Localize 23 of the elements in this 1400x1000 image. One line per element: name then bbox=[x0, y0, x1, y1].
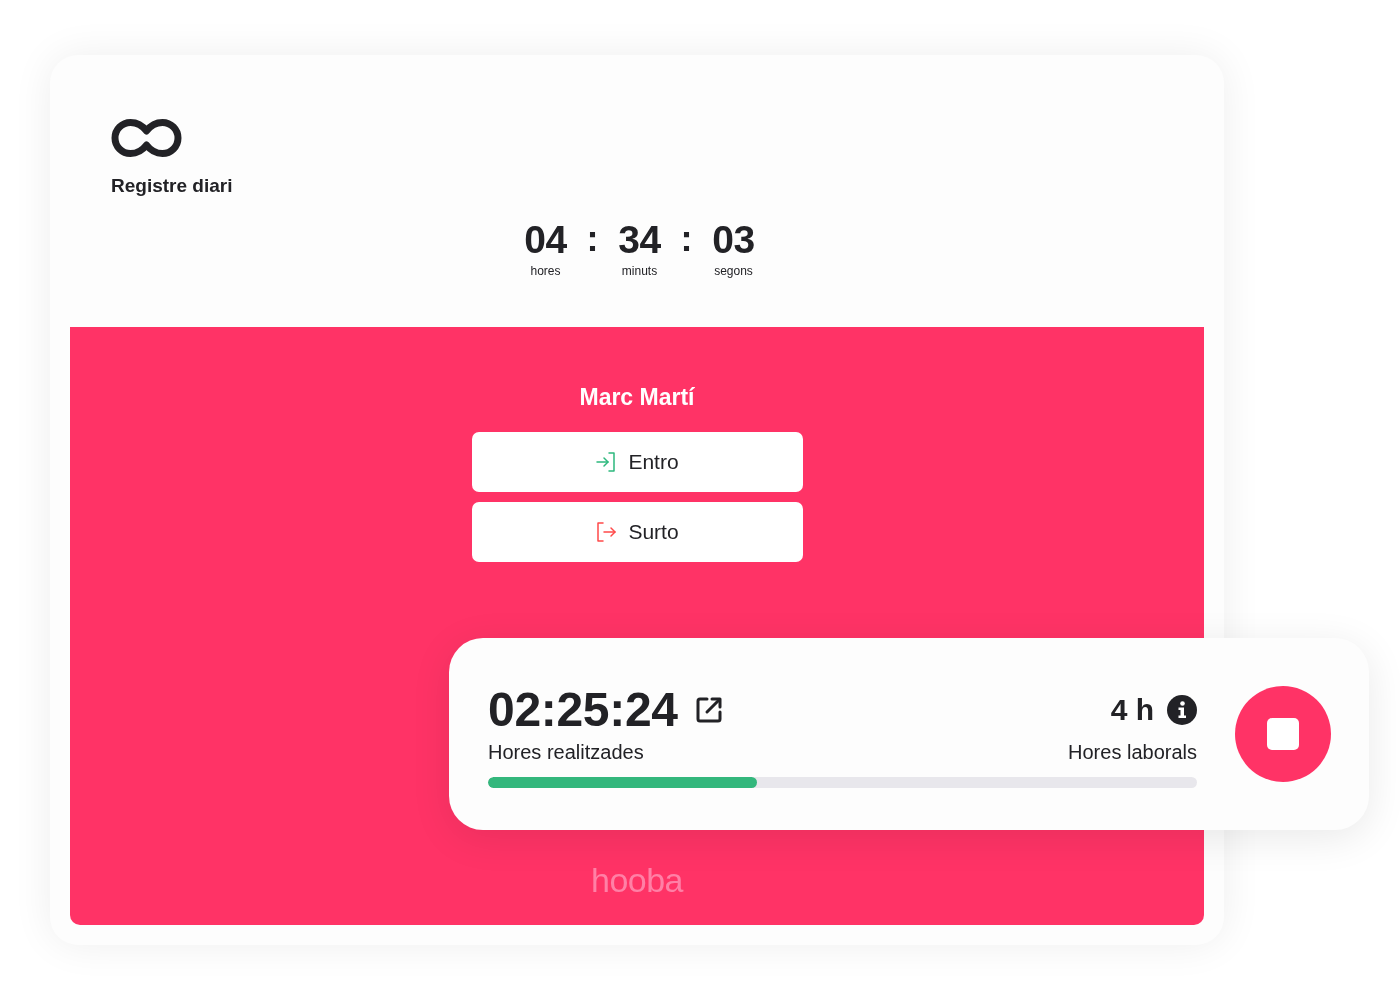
stop-icon bbox=[1267, 718, 1299, 750]
clock-out-button[interactable]: Surto bbox=[471, 502, 803, 562]
info-icon[interactable] bbox=[1167, 695, 1197, 725]
time-value: 04 bbox=[524, 218, 567, 262]
logo-icon bbox=[111, 118, 182, 158]
time-unit-label: segons bbox=[714, 264, 753, 278]
elapsed-label: Hores realitzades bbox=[488, 740, 644, 764]
enter-icon bbox=[595, 451, 618, 473]
elapsed-time: 02:25:24 bbox=[488, 684, 678, 736]
time-separator: : bbox=[585, 218, 600, 260]
brand-wordmark: hooba bbox=[590, 862, 683, 898]
target-hours: 4 h bbox=[1110, 692, 1154, 728]
external-link-icon[interactable] bbox=[694, 696, 723, 724]
time-value: 03 bbox=[712, 218, 755, 262]
target-label: Hores laborals bbox=[1068, 740, 1197, 764]
time-value: 34 bbox=[618, 218, 661, 262]
clock-in-button[interactable]: Entro bbox=[471, 432, 803, 492]
time-unit-label: hores bbox=[530, 264, 561, 278]
page-title: Registre diari bbox=[111, 174, 233, 198]
employee-name: Marc Martí bbox=[579, 383, 695, 411]
time-unit-label: minuts bbox=[621, 264, 658, 278]
time-separator: : bbox=[679, 218, 694, 260]
exit-icon bbox=[595, 521, 618, 543]
